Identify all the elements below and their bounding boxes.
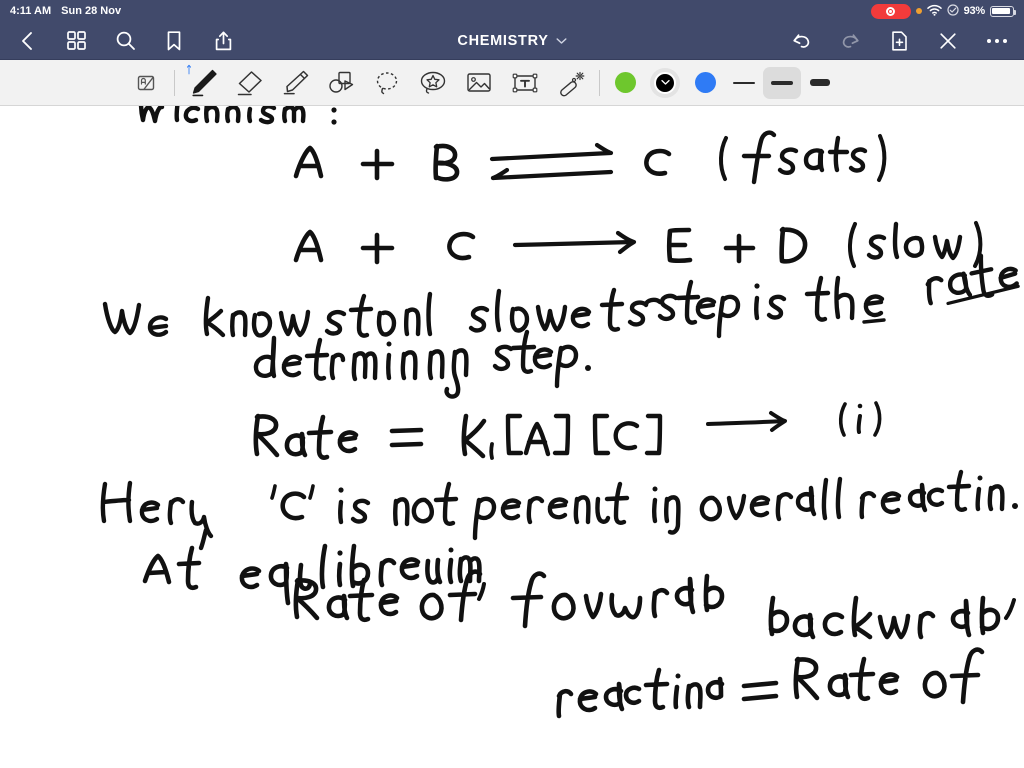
battery-icon [990,5,1017,17]
blue-color-dot [694,72,716,93]
record-pill-icon[interactable] [870,3,911,19]
magic-wand-icon[interactable] [548,60,594,106]
status-bar-time: 4:11 AM [10,5,52,17]
thick-stroke-line [810,79,830,86]
status-bar-left: 4:11 AM Sun 28 Nov [10,5,121,17]
control-center-icon [946,3,959,19]
lasso-icon[interactable] [364,60,410,106]
page-title: CHEMISTRY [457,32,549,49]
medium-stroke-line [771,80,793,85]
nav-right-group [788,28,1010,54]
ink-line-eq3 [253,401,882,460]
toolbar-divider-2 [599,69,600,96]
grid-view-icon[interactable] [63,28,89,54]
close-icon[interactable] [935,28,961,54]
share-icon[interactable] [210,28,236,54]
blue-swatch[interactable] [685,60,725,106]
green-color-dot [614,72,636,93]
toolbar-divider-1 [174,69,175,96]
battery-percent-label: 93% [963,5,986,17]
wifi-icon [926,4,942,19]
ink-line-stmt2 [100,469,1018,551]
chevron-down-icon [556,32,567,50]
undo-icon[interactable] [788,28,814,54]
green-swatch[interactable] [605,60,645,106]
nav-left-group [14,28,236,54]
note-canvas[interactable] [0,106,1024,768]
redo-icon[interactable] [837,28,863,54]
more-options-icon[interactable] [984,28,1010,54]
bookmark-icon[interactable] [161,28,187,54]
ink-line-stmt3c [768,595,1016,640]
ink-line-stmt1b [253,329,591,399]
record-dot-center [889,9,893,13]
status-bar-date: Sun 28 Nov [61,5,122,17]
add-page-icon[interactable] [886,28,912,54]
ink-line-eq1 [293,130,887,185]
highlighter-icon[interactable] [272,60,318,106]
sticker-icon[interactable] [410,60,456,106]
black-swatch[interactable] [645,60,685,106]
palm-rejection-icon[interactable] [123,60,169,106]
drawing-toolbar: ᛏ [0,60,1024,106]
ink-line-stmt3b [293,569,985,719]
notability-app-window: 4:11 AM Sun 28 Nov 93% CHEMISTRY ᛏ [0,0,1024,768]
toolbar-tools-group: ᛏ [0,60,839,106]
thin-stroke[interactable] [725,67,763,99]
search-icon[interactable] [112,28,138,54]
orange-dot-icon [915,8,922,14]
black-color-dot [654,71,676,94]
ink-line-heading [138,106,337,125]
bluetooth-icon: ᛏ [186,64,192,76]
battery-fill [992,7,1011,15]
thin-stroke-line [733,81,755,84]
text-box-icon[interactable] [502,60,548,106]
shapes-icon[interactable] [318,60,364,106]
black-swatch-selection-ring [650,67,680,98]
eraser-icon[interactable] [226,60,272,106]
handwriting-ink-layer [100,106,1020,719]
back-chevron-icon[interactable] [14,28,40,54]
ink-line-eq2 [293,221,983,268]
record-dot-icon [886,6,896,16]
ios-status-bar: 4:11 AM Sun 28 Nov 93% [0,0,1024,22]
pen-icon[interactable]: ᛏ [180,60,226,106]
ink-line-stmt1a [102,253,1020,339]
image-icon[interactable] [456,60,502,106]
medium-stroke[interactable] [763,66,801,99]
thick-stroke[interactable] [801,67,839,99]
note-navigation-bar: CHEMISTRY [0,22,1024,60]
status-bar-right: 93% [870,3,1017,19]
